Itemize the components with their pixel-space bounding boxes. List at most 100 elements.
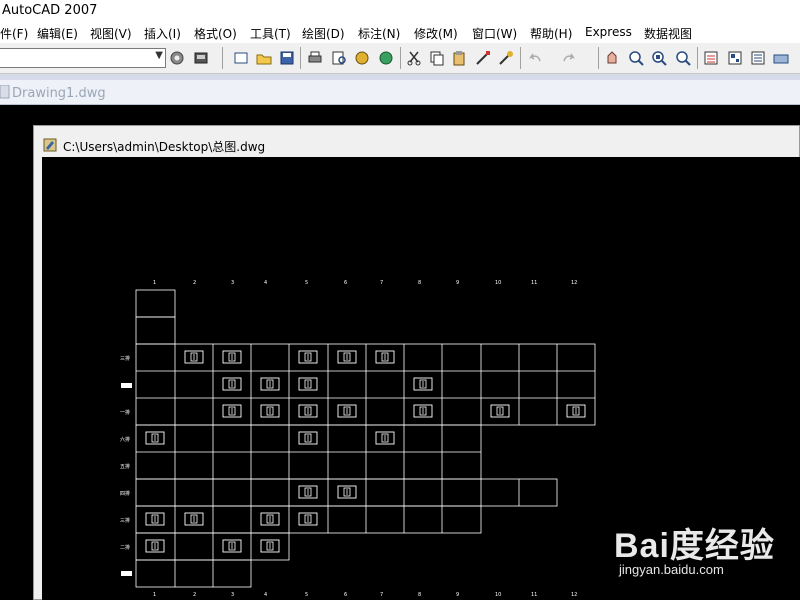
menu-window[interactable]: 窗口(W) <box>472 25 517 42</box>
menu-insert[interactable]: 插入(I) <box>144 25 181 42</box>
col-label: 12 <box>571 280 577 286</box>
col-label: 2 <box>193 280 196 286</box>
equipment-symbol-mark <box>422 408 424 414</box>
equipment-symbol-mark <box>154 435 156 441</box>
col-label: 1 <box>153 280 156 286</box>
col-label: 8 <box>418 280 421 286</box>
autocad-file-icon <box>43 138 57 152</box>
new-file-icon[interactable] <box>232 49 250 67</box>
grid-block-upper <box>135 343 596 426</box>
equipment-symbol-mark <box>231 381 233 387</box>
equipment-symbol-mark <box>422 381 424 387</box>
equipment-symbol-mark <box>575 408 577 414</box>
equipment-symbol-mark <box>307 489 309 495</box>
zoom-previous-icon[interactable] <box>674 49 692 67</box>
tool-palettes-icon[interactable] <box>749 49 767 67</box>
baidu-jingyan-watermark: Bai度经验 jingyan.baidu.com <box>614 512 784 592</box>
equipment-symbol-mark <box>346 354 348 360</box>
paste-icon[interactable] <box>450 49 468 67</box>
equipment-symbol-mark <box>269 516 271 522</box>
menu-view[interactable]: 视图(V) <box>90 25 132 42</box>
design-center-icon[interactable] <box>726 49 744 67</box>
equipment-symbol-mark <box>154 543 156 549</box>
equipment-symbol-mark <box>307 381 309 387</box>
drawing1-window-titlebar[interactable]: Drawing1.dwg <box>0 80 800 105</box>
publish-web-icon[interactable] <box>377 49 395 67</box>
block-editor-icon[interactable] <box>497 49 515 67</box>
zoom-realtime-icon[interactable] <box>627 49 645 67</box>
drawing1-canvas-left <box>0 125 33 600</box>
print-preview-icon[interactable] <box>330 49 348 67</box>
menu-tools[interactable]: 工具(T) <box>250 25 291 42</box>
col-label: 4 <box>264 592 267 598</box>
watermark-url: jingyan.baidu.com <box>619 562 724 577</box>
col-label: 11 <box>531 592 537 598</box>
col-label: 7 <box>380 592 383 598</box>
col-label: 9 <box>456 280 459 286</box>
row-label: 六排 <box>120 436 130 443</box>
grid-lines <box>135 289 596 588</box>
col-label: 7 <box>380 280 383 286</box>
menu-format[interactable]: 格式(O) <box>194 25 237 42</box>
menu-modify[interactable]: 修改(M) <box>414 25 458 42</box>
col-label: 3 <box>231 280 234 286</box>
grid-row-9 <box>135 505 482 534</box>
chevron-down-icon[interactable]: ▼ <box>155 50 163 61</box>
drawing1-canvas-strip <box>0 105 800 125</box>
menu-data-view[interactable]: 数据视图 <box>644 25 692 42</box>
menu-file[interactable]: 件(F) <box>0 25 28 42</box>
row-labels: 三排 一排 六排 五排 四排 三排 二排 <box>120 355 132 576</box>
equipment-symbol-mark <box>346 489 348 495</box>
menu-express[interactable]: Express <box>585 25 632 39</box>
row-label: 三排 <box>120 517 130 524</box>
standard-toolbar: ▼ <box>0 43 800 74</box>
col-label: 1 <box>153 592 156 598</box>
equipment-symbol-mark <box>499 408 501 414</box>
grid-row-8 <box>135 478 558 507</box>
equipment-symbol-mark <box>154 516 156 522</box>
col-label: 8 <box>418 592 421 598</box>
menu-edit[interactable]: 编辑(E) <box>37 25 78 42</box>
col-label: 12 <box>571 592 577 598</box>
col-label: 6 <box>344 280 347 286</box>
properties-icon[interactable] <box>702 49 720 67</box>
col-label: 5 <box>305 592 308 598</box>
row-label: 一排 <box>120 409 130 416</box>
redo-icon[interactable] <box>560 49 578 67</box>
pan-icon[interactable] <box>603 49 621 67</box>
grid-row-11 <box>135 559 252 588</box>
copy-icon[interactable] <box>428 49 446 67</box>
layer-state-icon[interactable] <box>192 49 210 67</box>
app-title-bar: AutoCAD 2007 <box>0 0 800 22</box>
equipment-symbol-mark <box>193 354 195 360</box>
sheet-set-icon[interactable] <box>772 49 790 67</box>
row-label: 四排 <box>120 490 130 497</box>
col-label: 10 <box>495 280 501 286</box>
col-label: 3 <box>231 592 234 598</box>
equipment-symbol-mark <box>307 354 309 360</box>
layer-combo[interactable]: ▼ <box>0 48 166 68</box>
row-label-block <box>121 383 132 388</box>
drawing-file-icon <box>0 85 10 99</box>
cut-icon[interactable] <box>405 49 423 67</box>
equipment-symbol-mark <box>269 543 271 549</box>
gear-settings-icon[interactable] <box>168 49 186 67</box>
menu-dimension[interactable]: 标注(N) <box>358 25 400 42</box>
equipment-symbol-mark <box>231 543 233 549</box>
equipment-symbol-mark <box>384 435 386 441</box>
save-icon[interactable] <box>278 49 296 67</box>
print-icon[interactable] <box>306 49 324 67</box>
col-label: 9 <box>456 592 459 598</box>
menu-help[interactable]: 帮助(H) <box>530 25 572 42</box>
publish-icon[interactable] <box>353 49 371 67</box>
grid-cell-r1c1 <box>135 289 176 318</box>
equipment-symbol-mark <box>269 381 271 387</box>
zoom-window-icon[interactable] <box>650 49 668 67</box>
col-label: 2 <box>193 592 196 598</box>
match-properties-icon[interactable] <box>474 49 492 67</box>
undo-icon[interactable] <box>526 49 544 67</box>
menu-draw[interactable]: 绘图(D) <box>302 25 345 42</box>
equipment-symbol-mark <box>231 408 233 414</box>
equipment-symbol-mark <box>193 516 195 522</box>
open-file-icon[interactable] <box>255 49 273 67</box>
